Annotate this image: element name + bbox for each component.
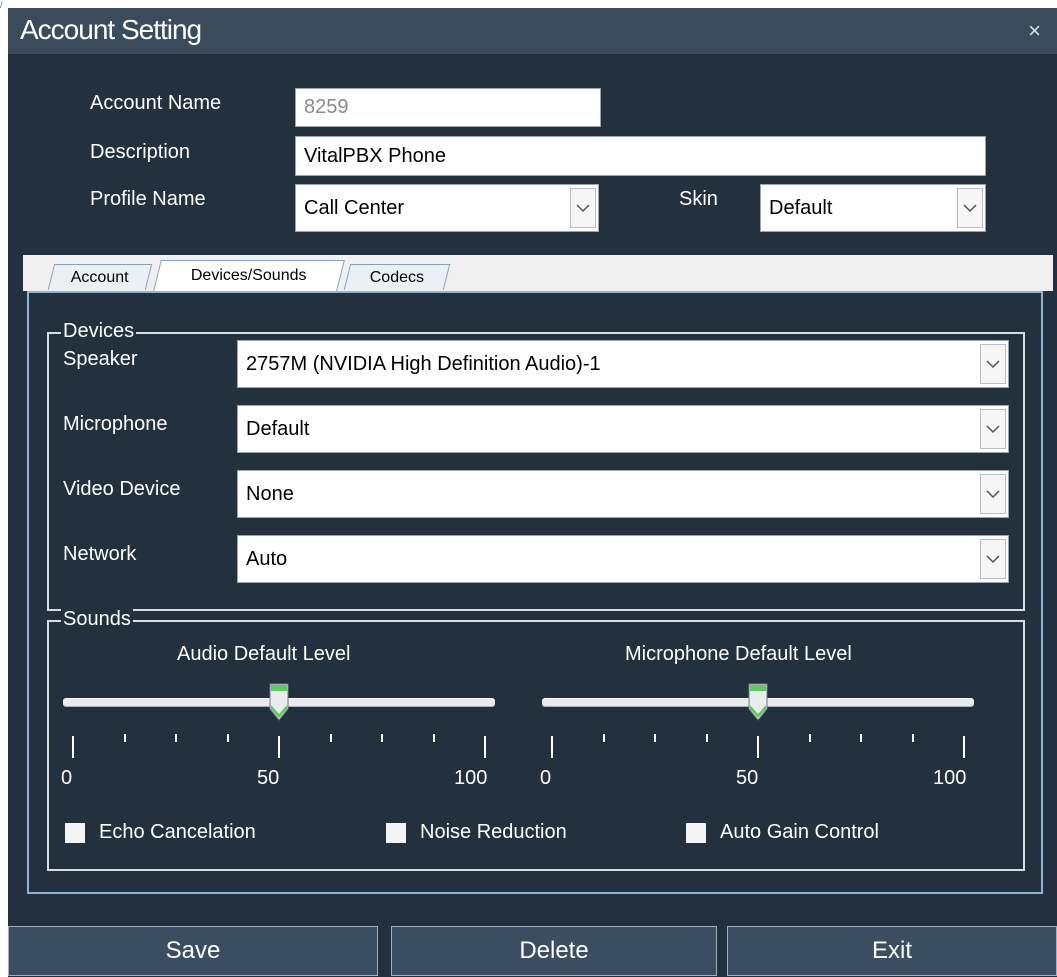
auto-gain-control-checkbox[interactable]: Auto Gain Control xyxy=(686,821,879,844)
auto-gain-control-box[interactable] xyxy=(686,822,706,843)
profile-name-label: Profile Name xyxy=(90,188,206,210)
tab-devices-sounds[interactable]: Devices/Sounds xyxy=(153,260,345,291)
profile-name-select[interactable]: Call Center xyxy=(295,184,599,232)
slider-tick xyxy=(175,734,177,742)
slider-tick xyxy=(757,736,759,758)
chevron-down-icon[interactable] xyxy=(980,474,1006,514)
echo-cancelation-label: Echo Cancelation xyxy=(99,821,256,843)
description-label: Description xyxy=(90,141,191,163)
save-button[interactable]: Save xyxy=(8,926,378,976)
devices-group: Devices Speaker 2757M (NVIDIA High Defin… xyxy=(47,320,1025,611)
slider-tick xyxy=(808,734,811,742)
skin-label: Skin xyxy=(679,188,718,210)
microphone-level-slider-thumb[interactable] xyxy=(747,683,769,721)
echo-cancelation-checkbox[interactable]: Echo Cancelation xyxy=(65,821,256,844)
account-setting-window: Account Setting × Account Name 8259 Desc… xyxy=(8,8,1057,977)
account-name-field[interactable]: 8259 xyxy=(295,88,601,127)
slider-tick xyxy=(278,736,280,758)
audio-scale-max: 100 xyxy=(454,767,488,789)
auto-gain-control-label: Auto Gain Control xyxy=(720,821,879,843)
slider-tick xyxy=(602,734,605,742)
tab-strip: Account Devices/Sounds Codecs xyxy=(23,255,1053,291)
network-value: Auto xyxy=(246,547,288,570)
slider-tick xyxy=(911,734,914,742)
microphone-value: Default xyxy=(246,417,310,440)
microphone-select[interactable]: Default xyxy=(237,405,1009,453)
sounds-group-title: Sounds xyxy=(61,608,133,631)
chevron-down-icon[interactable] xyxy=(980,344,1006,384)
chevron-down-icon[interactable] xyxy=(980,409,1006,449)
sounds-group: Sounds Audio Default Level Microphone De… xyxy=(47,608,1025,871)
speaker-value: 2757M (NVIDIA High Definition Audio)-1 xyxy=(246,352,601,375)
skin-select[interactable]: Default xyxy=(760,184,986,232)
delete-button[interactable]: Delete xyxy=(391,926,717,976)
mic-scale-mid: 50 xyxy=(736,767,759,789)
title-bar: Account Setting × xyxy=(8,8,1057,54)
audio-level-label: Audio Default Level xyxy=(177,643,351,665)
speaker-label: Speaker xyxy=(63,348,138,370)
slider-tick xyxy=(123,734,126,742)
slider-tick xyxy=(963,736,965,758)
skin-value: Default xyxy=(769,196,833,219)
video-device-label: Video Device xyxy=(63,478,181,500)
slider-tick xyxy=(226,734,229,742)
devices-group-title: Devices xyxy=(61,320,137,343)
slider-tick xyxy=(860,734,862,742)
microphone-label: Microphone xyxy=(63,413,168,435)
slider-tick xyxy=(72,736,74,758)
window-title: Account Setting xyxy=(20,14,202,45)
audio-scale-min: 0 xyxy=(61,767,73,789)
slider-tick xyxy=(551,736,553,758)
account-name-label: Account Name xyxy=(90,92,222,114)
chevron-down-icon[interactable] xyxy=(570,188,596,228)
slider-tick xyxy=(484,736,486,758)
tab-account[interactable]: Account xyxy=(47,264,153,290)
slider-tick xyxy=(705,734,708,742)
chevron-down-icon[interactable] xyxy=(957,188,983,228)
microphone-level-label: Microphone Default Level xyxy=(625,643,852,665)
slider-tick xyxy=(329,734,332,742)
devices-sounds-panel: Devices Speaker 2757M (NVIDIA High Defin… xyxy=(27,291,1043,894)
slider-tick xyxy=(381,734,383,742)
audio-scale-mid: 50 xyxy=(257,767,280,789)
chevron-down-icon[interactable] xyxy=(980,539,1006,579)
mic-scale-min: 0 xyxy=(540,767,552,789)
noise-reduction-box[interactable] xyxy=(386,822,406,843)
noise-reduction-checkbox[interactable]: Noise Reduction xyxy=(386,821,567,844)
video-device-select[interactable]: None xyxy=(237,470,1009,518)
corner-mark: / xyxy=(0,0,3,10)
tab-codecs[interactable]: Codecs xyxy=(343,264,451,290)
speaker-select[interactable]: 2757M (NVIDIA High Definition Audio)-1 xyxy=(237,340,1009,388)
profile-name-value: Call Center xyxy=(304,196,405,219)
slider-tick xyxy=(432,734,435,742)
audio-level-slider-thumb[interactable] xyxy=(268,683,290,721)
mic-scale-max: 100 xyxy=(933,767,967,789)
slider-tick xyxy=(654,734,656,742)
video-device-value: None xyxy=(246,482,294,505)
noise-reduction-label: Noise Reduction xyxy=(420,821,567,843)
network-label: Network xyxy=(63,543,137,565)
network-select[interactable]: Auto xyxy=(237,535,1009,583)
exit-button[interactable]: Exit xyxy=(727,926,1057,976)
description-field[interactable]: VitalPBX Phone xyxy=(295,136,986,176)
close-icon[interactable]: × xyxy=(1028,18,1041,44)
echo-cancelation-box[interactable] xyxy=(65,822,85,843)
